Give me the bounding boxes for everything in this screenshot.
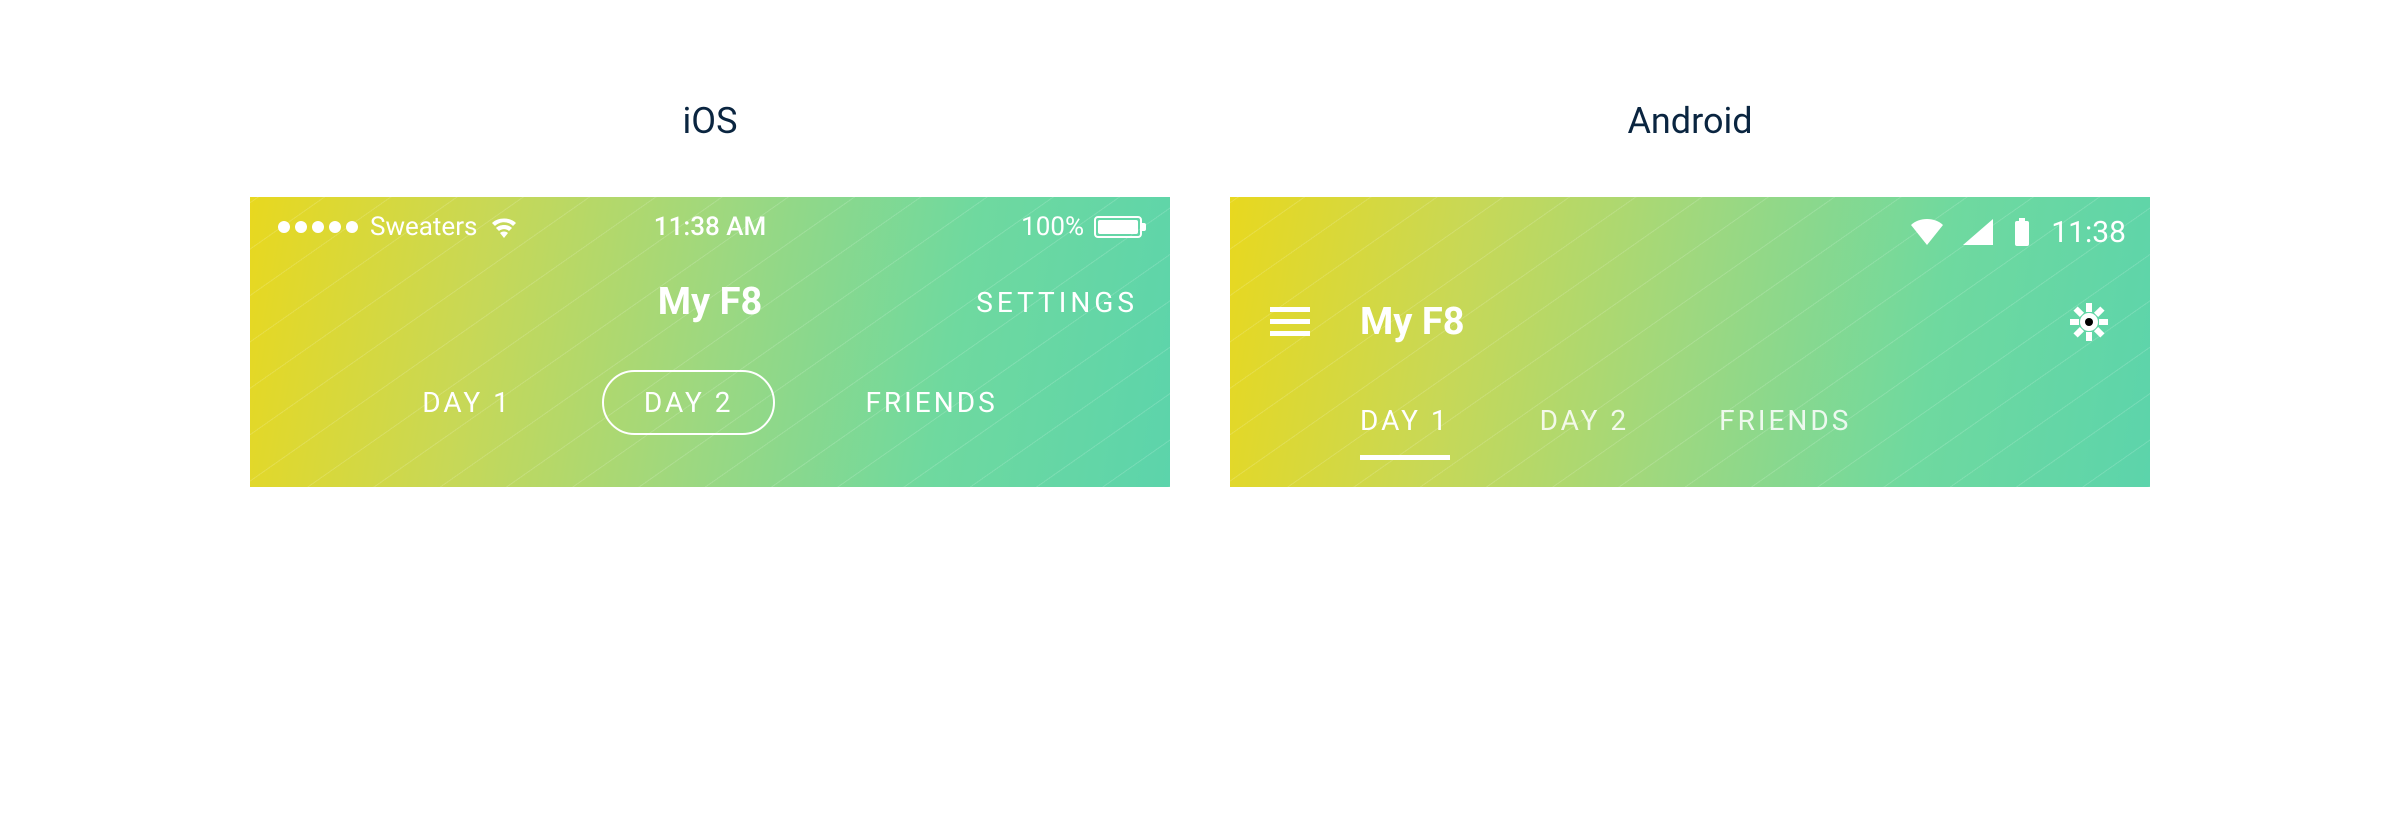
android-section: Android 11:38 [1230,100,2150,487]
settings-button[interactable] [2068,301,2110,343]
ios-page-title: My F8 [658,280,763,324]
tab-day2[interactable]: DAY 2 [602,370,776,435]
battery-icon [1094,216,1142,238]
android-status-time: 11:38 [2051,215,2126,250]
settings-button[interactable]: SETTINGS [976,286,1138,319]
android-app-header: 11:38 My F8 [1230,197,2150,487]
ios-platform-label: iOS [683,100,738,142]
signal-strength-icon [278,221,358,233]
tab-day1[interactable]: DAY 1 [1360,404,1450,455]
ios-statusbar: Sweaters 11:38 AM 100% [250,197,1170,257]
tab-friends[interactable]: FRIENDS [825,372,1037,433]
tab-day2[interactable]: DAY 2 [1540,404,1630,455]
wifi-icon [489,216,519,238]
android-page-title: My F8 [1360,300,1465,344]
android-platform-label: Android [1627,100,1752,142]
wifi-icon [1911,219,1943,245]
android-tab-bar: DAY 1 DAY 2 FRIENDS [1230,377,2150,482]
gear-icon [2068,301,2110,343]
ios-status-right: 100% [1021,212,1142,242]
cellular-signal-icon [1963,219,1993,245]
ios-navbar: My F8 SETTINGS [250,257,1170,347]
carrier-name: Sweaters [370,212,477,242]
tab-friends[interactable]: FRIENDS [1719,404,1851,455]
hamburger-menu-icon[interactable] [1270,307,1310,337]
battery-icon [2013,218,2031,246]
tab-day1[interactable]: DAY 1 [382,372,552,433]
ios-app-header: Sweaters 11:38 AM 100% My F8 SETTINGS [250,197,1170,487]
ios-tab-bar: DAY 1 DAY 2 FRIENDS [250,347,1170,457]
ios-status-time: 11:38 AM [654,212,766,242]
battery-percent: 100% [1021,212,1084,242]
android-navbar: My F8 [1230,267,2150,377]
android-statusbar: 11:38 [1230,197,2150,267]
ios-section: iOS Sweaters 11 [250,100,1170,487]
ios-status-left: Sweaters [278,212,519,242]
